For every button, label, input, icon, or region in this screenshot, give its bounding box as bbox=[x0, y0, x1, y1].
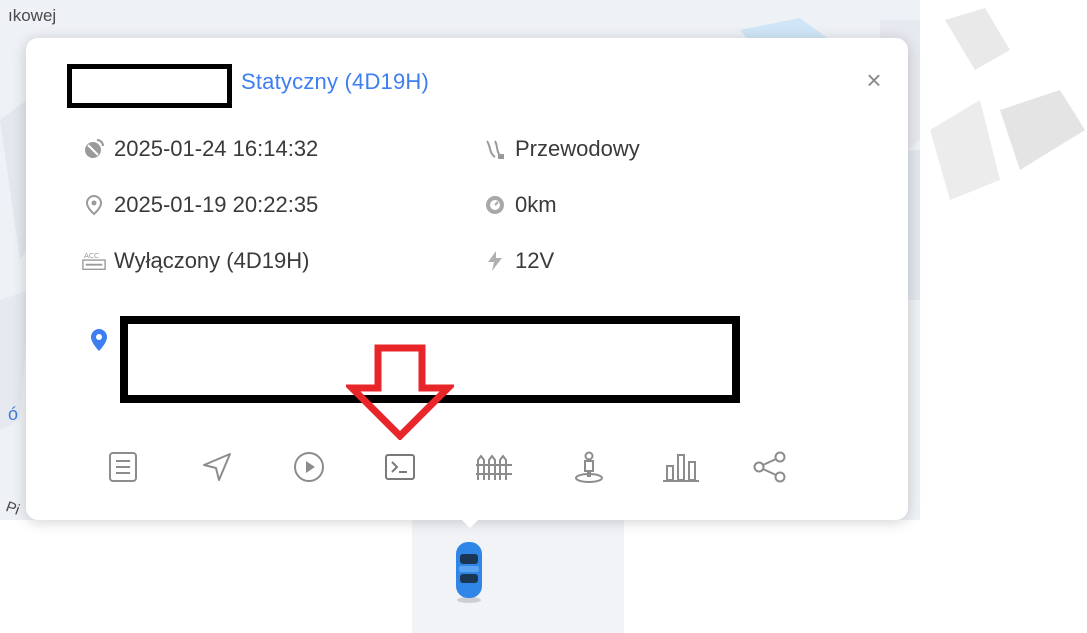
acc-ignition-icon: ACC bbox=[82, 249, 106, 273]
mileage-row: 0km bbox=[483, 192, 557, 218]
geofence-icon bbox=[474, 450, 514, 484]
statistics-icon bbox=[661, 450, 701, 484]
last-update-value: 2025-01-19 20:22:35 bbox=[114, 192, 319, 217]
last-update-row: 2025-01-19 20:22:35 bbox=[82, 192, 318, 218]
odometer-icon bbox=[483, 193, 507, 217]
geofence-button[interactable] bbox=[471, 444, 517, 490]
vehicle-info-popup: Statyczny (4D19H) × 2025-01-24 16:14:32 … bbox=[26, 38, 908, 520]
playback-icon bbox=[292, 450, 326, 484]
details-list-button[interactable] bbox=[100, 444, 146, 490]
street-view-button[interactable] bbox=[566, 444, 612, 490]
share-button[interactable] bbox=[747, 444, 793, 490]
connection-type-value: Przewodowy bbox=[515, 136, 640, 161]
connection-type-row: Przewodowy bbox=[483, 136, 640, 162]
location-pin-icon bbox=[90, 328, 108, 357]
wired-device-icon bbox=[483, 137, 507, 161]
redacted-vehicle-name bbox=[67, 64, 232, 108]
share-icon bbox=[752, 450, 788, 484]
location-pin-outline-icon bbox=[82, 193, 106, 217]
close-button[interactable]: × bbox=[862, 67, 886, 93]
voltage-bolt-icon bbox=[483, 249, 507, 273]
command-terminal-icon bbox=[383, 450, 417, 484]
acc-status-value: Wyłączony (4D19H) bbox=[114, 248, 310, 273]
map-tile-area bbox=[412, 520, 624, 633]
gps-time-row: 2025-01-24 16:14:32 bbox=[82, 136, 318, 162]
statistics-button[interactable] bbox=[658, 444, 704, 490]
gps-time-value: 2025-01-24 16:14:32 bbox=[114, 136, 319, 161]
voltage-row: 12V bbox=[483, 248, 554, 274]
map-place-label: ó bbox=[8, 404, 19, 424]
navigate-icon bbox=[200, 450, 234, 484]
red-arrow-annotation bbox=[343, 344, 457, 445]
vehicle-status[interactable]: Statyczny (4D19H) bbox=[241, 69, 429, 95]
command-button[interactable] bbox=[377, 444, 423, 490]
details-list-icon bbox=[106, 450, 140, 484]
svg-text:ACC: ACC bbox=[84, 251, 99, 260]
navigate-button[interactable] bbox=[194, 444, 240, 490]
acc-status-row: ACC Wyłączony (4D19H) bbox=[82, 248, 309, 274]
satellite-icon bbox=[82, 137, 106, 161]
street-view-icon bbox=[572, 450, 606, 484]
action-toolbar bbox=[26, 444, 908, 490]
popup-pointer bbox=[456, 514, 484, 528]
vehicle-car-marker[interactable] bbox=[452, 540, 486, 609]
playback-button[interactable] bbox=[286, 444, 332, 490]
map-street-label: ıkowej bbox=[8, 6, 57, 25]
mileage-value: 0km bbox=[515, 192, 557, 217]
voltage-value: 12V bbox=[515, 248, 555, 273]
